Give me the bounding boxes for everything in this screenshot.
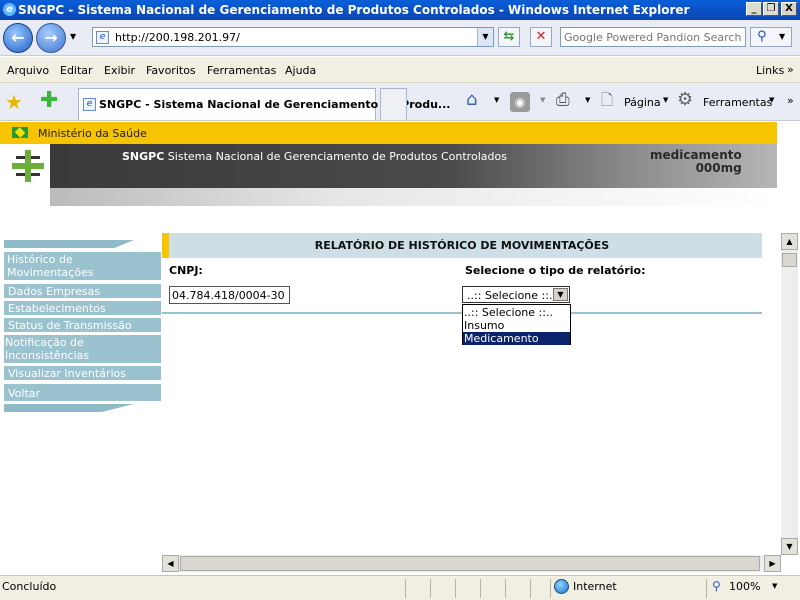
- status-text: Concluído: [2, 580, 57, 593]
- report-header: RELATÓRIO DE HISTÓRICO DE MOVIMENTAÇÕES: [162, 233, 762, 258]
- search-icon: ⚲: [757, 29, 767, 44]
- favorites-star-icon[interactable]: ★: [5, 90, 23, 114]
- brazil-flag-icon: [12, 127, 28, 138]
- maximize-button[interactable]: ❐: [763, 2, 779, 16]
- new-tab-button[interactable]: [380, 88, 407, 120]
- status-divider: [480, 579, 481, 598]
- option-medicamento[interactable]: Medicamento: [463, 332, 570, 345]
- print-icon[interactable]: ⎙: [556, 90, 570, 110]
- report-type-select[interactable]: ..:: Selecione ::.. ▼: [462, 286, 570, 303]
- print-dropdown-icon[interactable]: ▼: [585, 96, 590, 104]
- sngpc-banner: SNGPC Sistema Nacional de Gerenciamento …: [0, 144, 777, 188]
- menu-arquivo[interactable]: Arquivo: [7, 64, 49, 77]
- menu-editar[interactable]: Editar: [60, 64, 93, 77]
- status-divider: [550, 579, 551, 598]
- search-options-icon[interactable]: ▼: [779, 28, 785, 46]
- stop-button[interactable]: ✕: [530, 27, 552, 47]
- horizontal-scrollbar[interactable]: ◀ ▶: [162, 555, 781, 572]
- scroll-down-icon[interactable]: ▼: [781, 538, 798, 555]
- page-menu[interactable]: Página: [624, 96, 661, 109]
- scroll-left-icon[interactable]: ◀: [162, 555, 179, 572]
- address-dropdown-icon[interactable]: ▼: [477, 28, 493, 46]
- status-divider: [455, 579, 456, 598]
- close-button[interactable]: X: [781, 2, 797, 16]
- zoom-level[interactable]: 100%: [729, 580, 760, 593]
- search-box[interactable]: [560, 27, 746, 47]
- gear-icon: ⚙: [677, 89, 694, 110]
- sidebar-item-status-transmissao[interactable]: Status de Transmissão: [4, 318, 161, 334]
- sidebar-bottom-cap: [4, 404, 134, 412]
- sidebar-item-voltar[interactable]: Voltar: [4, 384, 161, 403]
- sidebar-top-cap: [4, 240, 134, 248]
- minimize-button[interactable]: _: [746, 2, 762, 16]
- address-bar[interactable]: e http://200.198.201.97/ ▼: [92, 27, 494, 47]
- tab-sngpc[interactable]: e SNGPC - Sistema Nacional de Gerenciame…: [78, 88, 450, 120]
- chevron-down-icon[interactable]: ▼: [553, 288, 568, 301]
- banner-title: SNGPC Sistema Nacional de Gerenciamento …: [122, 150, 507, 163]
- sidebar-item-historico[interactable]: Histórico de Movimentações: [4, 252, 161, 282]
- back-button[interactable]: ←: [3, 23, 33, 53]
- select-value: ..:: Selecione ::..: [467, 289, 556, 302]
- home-dropdown-icon[interactable]: ▼: [494, 96, 499, 104]
- menu-links[interactable]: Links: [756, 64, 784, 77]
- feed-dropdown-icon[interactable]: ▼: [540, 96, 545, 104]
- report-title: RELATÓRIO DE HISTÓRICO DE MOVIMENTAÇÕES: [314, 239, 610, 252]
- menu-bar: Arquivo Editar Exibir Favoritos Ferramen…: [0, 57, 800, 83]
- scroll-thumb[interactable]: [782, 253, 797, 267]
- menu-ajuda[interactable]: Ajuda: [285, 64, 316, 77]
- page-menu-icon: 🗋: [601, 91, 614, 109]
- cnpj-label: CNPJ:: [169, 264, 203, 277]
- refresh-button[interactable]: ⇆: [498, 27, 520, 47]
- report-type-label: Selecione o tipo de relatório:: [465, 264, 646, 277]
- status-divider: [405, 579, 406, 598]
- scroll-right-icon[interactable]: ▶: [764, 555, 781, 572]
- status-divider: [430, 579, 431, 598]
- ie-icon: e: [3, 3, 16, 16]
- history-dropdown-icon[interactable]: ▼: [70, 32, 76, 41]
- ministry-name: Ministério da Saúde: [38, 127, 147, 140]
- ministry-bar: Ministério da Saúde: [0, 122, 777, 144]
- status-bar: Concluído Internet ⚲ 100% ▼: [0, 575, 800, 600]
- banner-product-label: medicamento 000mg: [650, 148, 742, 175]
- report-type-dropdown: ..:: Selecione ::.. Insumo Medicamento: [462, 304, 571, 345]
- address-text: http://200.198.201.97/: [115, 31, 240, 44]
- forward-button[interactable]: →: [36, 23, 66, 53]
- sidebar-item-dados-empresas[interactable]: Dados Empresas: [4, 284, 161, 300]
- search-input[interactable]: [564, 29, 744, 45]
- search-button[interactable]: ⚲ ▼: [750, 27, 792, 47]
- scroll-up-icon[interactable]: ▲: [781, 233, 798, 250]
- tools-dropdown-icon[interactable]: ▼: [769, 96, 774, 104]
- more-chevron-icon[interactable]: »: [787, 94, 794, 107]
- zoom-dropdown-icon[interactable]: ▼: [772, 582, 777, 590]
- hscroll-thumb[interactable]: [180, 556, 760, 571]
- sidebar-item-visualizar-inventarios[interactable]: Visualizar Inventários: [4, 366, 161, 382]
- sngpc-logo: [12, 150, 44, 182]
- status-divider: [530, 579, 531, 598]
- option-selecione[interactable]: ..:: Selecione ::..: [463, 306, 570, 319]
- rss-feed-icon[interactable]: ◉: [510, 92, 530, 112]
- banner-shadow: [50, 188, 777, 206]
- sidebar-item-notificacao[interactable]: Notificação de Inconsistências: [4, 335, 161, 365]
- tools-menu[interactable]: Ferramentas: [703, 96, 772, 109]
- cnpj-field[interactable]: [169, 286, 290, 304]
- menu-favoritos[interactable]: Favoritos: [146, 64, 196, 77]
- sidebar-item-estabelecimentos[interactable]: Estabelecimentos: [4, 301, 161, 317]
- vertical-scrollbar[interactable]: ▲ ▼: [781, 233, 798, 555]
- window-title: SNGPC - Sistema Nacional de Gerenciament…: [18, 3, 690, 17]
- page-dropdown-icon[interactable]: ▼: [663, 96, 668, 104]
- option-insumo[interactable]: Insumo: [463, 319, 570, 332]
- window-titlebar: e SNGPC - Sistema Nacional de Gerenciame…: [0, 0, 800, 20]
- add-favorite-icon[interactable]: ✚: [40, 88, 58, 113]
- status-divider: [505, 579, 506, 598]
- page-icon: e: [83, 98, 96, 111]
- zoom-icon: ⚲: [712, 579, 721, 593]
- globe-icon: [554, 579, 569, 594]
- links-chevron-icon[interactable]: »: [787, 63, 794, 76]
- menu-exibir[interactable]: Exibir: [104, 64, 135, 77]
- security-zone: Internet: [573, 580, 617, 593]
- status-divider: [706, 579, 707, 598]
- home-icon[interactable]: ⌂: [466, 89, 477, 110]
- page-icon: e: [96, 31, 109, 44]
- menu-ferramentas[interactable]: Ferramentas: [207, 64, 276, 77]
